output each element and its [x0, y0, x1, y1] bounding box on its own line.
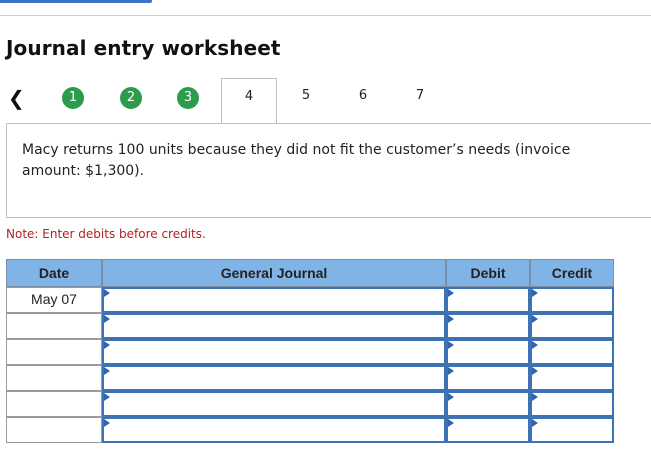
page-title: Journal entry worksheet: [6, 36, 281, 60]
credit-input[interactable]: [530, 313, 614, 339]
account-input[interactable]: [102, 417, 446, 443]
header-debit: Debit: [446, 259, 530, 287]
transaction-description: Macy returns 100 units because they did …: [22, 142, 571, 179]
top-divider: [0, 15, 651, 16]
debit-input[interactable]: [446, 287, 530, 313]
header-general-journal: General Journal: [102, 259, 446, 287]
account-input[interactable]: [102, 287, 446, 313]
account-input[interactable]: [102, 391, 446, 417]
credit-input[interactable]: [530, 339, 614, 365]
debit-input[interactable]: [446, 365, 530, 391]
chevron-left-icon[interactable]: ❮: [8, 88, 25, 108]
step-4-tab[interactable]: 4: [221, 78, 277, 124]
date-cell[interactable]: [6, 339, 102, 365]
credit-input[interactable]: [530, 391, 614, 417]
header-credit: Credit: [530, 259, 614, 287]
step-2[interactable]: 2: [120, 87, 142, 109]
top-accent-bar: [0, 0, 152, 3]
date-cell[interactable]: [6, 417, 102, 443]
date-cell[interactable]: [6, 313, 102, 339]
step-4: 4: [244, 89, 254, 104]
step-3[interactable]: 3: [177, 87, 199, 109]
account-input[interactable]: [102, 365, 446, 391]
credit-input[interactable]: [530, 365, 614, 391]
header-date: Date: [6, 259, 102, 287]
transaction-panel: Macy returns 100 units because they did …: [6, 123, 651, 218]
instruction-note: Note: Enter debits before credits.: [6, 227, 206, 241]
debit-input[interactable]: [446, 417, 530, 443]
credit-input[interactable]: [530, 417, 614, 443]
debit-input[interactable]: [446, 339, 530, 365]
credit-input[interactable]: [530, 287, 614, 313]
debit-input[interactable]: [446, 313, 530, 339]
date-cell[interactable]: [6, 365, 102, 391]
account-input[interactable]: [102, 313, 446, 339]
step-1[interactable]: 1: [62, 87, 84, 109]
step-5[interactable]: 5: [296, 88, 316, 104]
step-navigation: ❮ 1 2 3 4 5 6 7: [0, 78, 651, 124]
date-cell[interactable]: May 07: [6, 287, 102, 313]
debit-input[interactable]: [446, 391, 530, 417]
date-cell[interactable]: [6, 391, 102, 417]
step-7[interactable]: 7: [410, 88, 430, 104]
step-6[interactable]: 6: [353, 88, 373, 104]
account-input[interactable]: [102, 339, 446, 365]
